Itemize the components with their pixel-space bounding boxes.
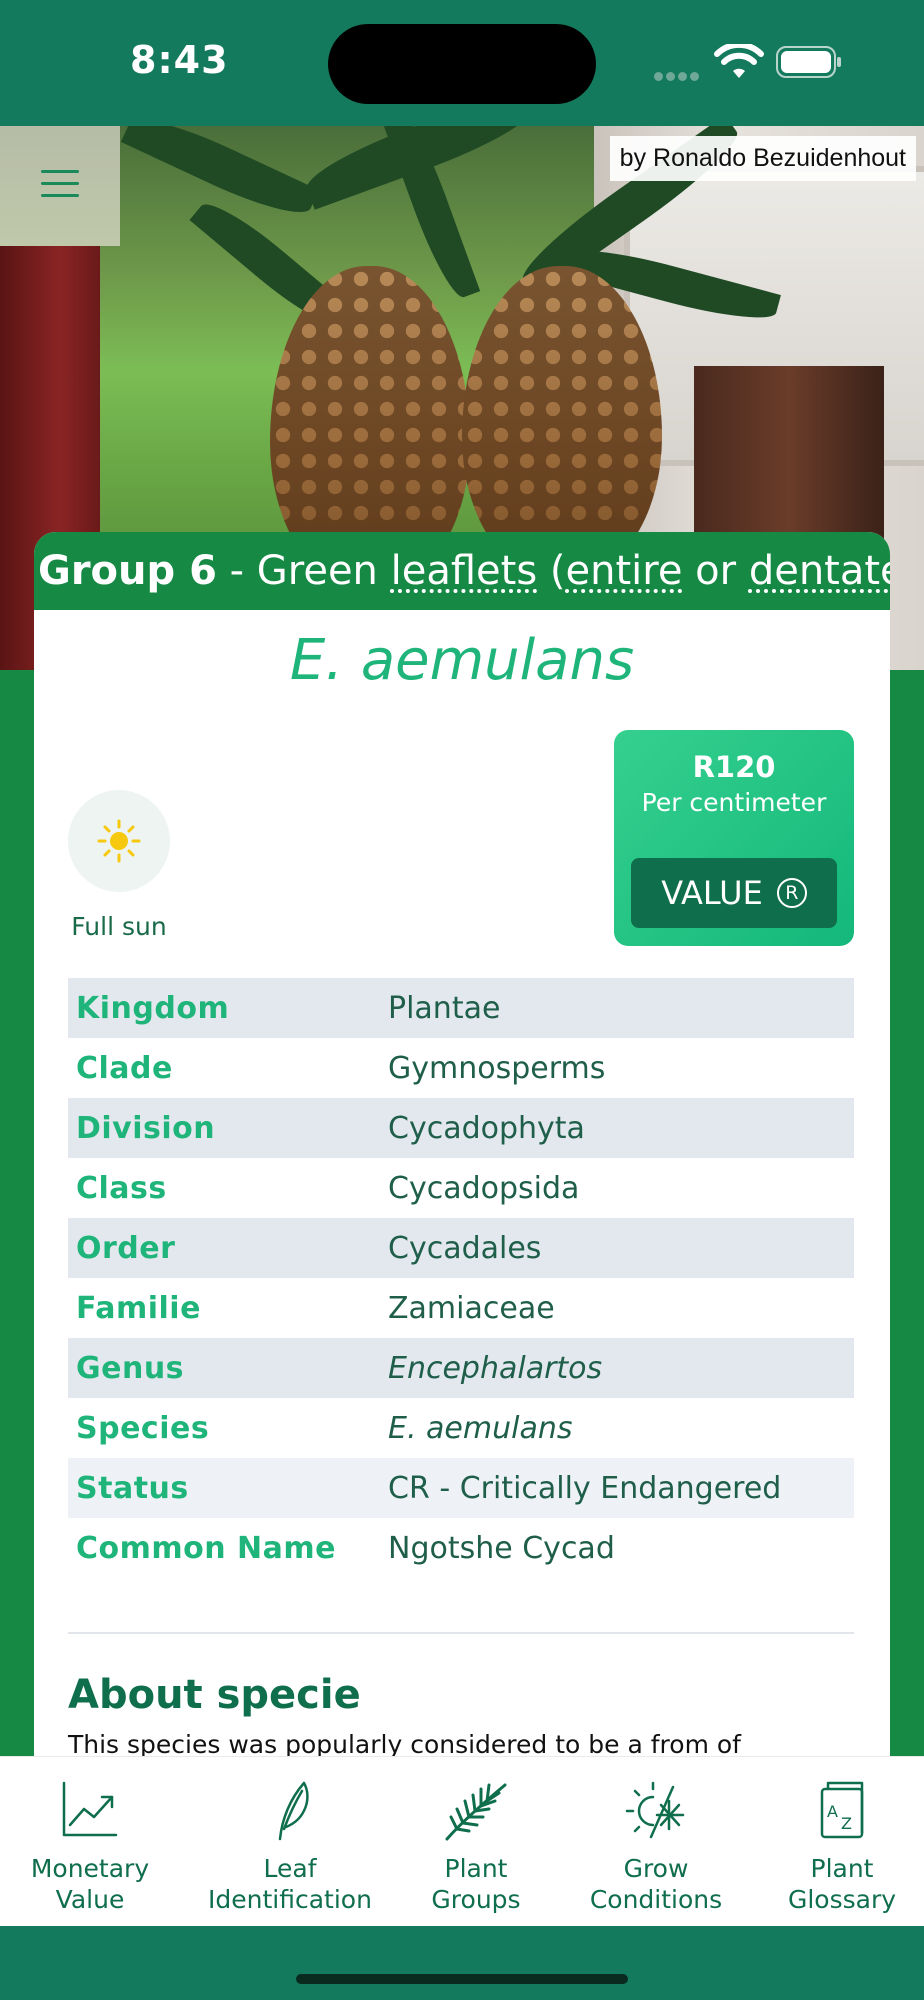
nav-label-line2: Conditions (589, 1885, 723, 1914)
nav-label: Leaf Identification (198, 1853, 382, 1915)
menu-button[interactable] (0, 126, 120, 246)
glossary-book-icon: A Z (820, 1781, 864, 1839)
taxonomy-value: Gymnosperms (388, 1050, 606, 1086)
value-button[interactable]: VALUE R (631, 858, 837, 928)
taxonomy-key: Division (76, 1110, 216, 1146)
taxonomy-row: Familie Zamiaceae (68, 1278, 854, 1338)
taxonomy-row: Status CR - Critically Endangered (68, 1458, 854, 1518)
hamburger-icon-bar (41, 182, 79, 185)
nav-label: Plant Glossary (750, 1853, 924, 1915)
nav-plant-glossary[interactable]: A Z Plant Glossary (750, 1757, 924, 1927)
sun-icon (97, 819, 141, 863)
frond-icon (445, 1783, 507, 1841)
taxonomy-key: Familie (76, 1290, 201, 1326)
taxonomy-value: Cycadales (388, 1230, 542, 1266)
group-separator: - Green (216, 548, 391, 594)
taxonomy-row: Clade Gymnosperms (68, 1038, 854, 1098)
value-price: R120 (692, 750, 776, 784)
sun-label: Full sun (71, 912, 167, 941)
group-or: or (682, 548, 749, 594)
home-indicator-area (0, 1926, 924, 2000)
taxonomy-row: Class Cycadopsida (68, 1158, 854, 1218)
glossary-link-entire[interactable]: entire (566, 548, 683, 594)
nav-label-line2: Groups (431, 1885, 521, 1914)
nav-label: Monetary Value (0, 1853, 182, 1915)
taxonomy-key: Kingdom (76, 990, 230, 1026)
nav-label: Plant Groups (384, 1853, 568, 1915)
taxonomy-key: Common Name (76, 1530, 337, 1566)
taxonomy-value: Zamiaceae (388, 1290, 555, 1326)
about-title: About specie (68, 1672, 361, 1718)
hamburger-icon-bar (41, 194, 79, 197)
nav-grow-conditions[interactable]: Grow Conditions (564, 1757, 748, 1927)
nav-label-line2: Value (55, 1885, 125, 1914)
taxonomy-row: Order Cycadales (68, 1218, 854, 1278)
svg-text:Z: Z (841, 1814, 852, 1833)
leaf-icon (278, 1781, 309, 1841)
dynamic-island (328, 24, 596, 104)
taxonomy-value: Encephalartos (388, 1350, 603, 1386)
bottom-nav: Monetary Value Leaf Identification Plant Gr… (0, 1756, 924, 1926)
wifi-icon (714, 44, 764, 78)
nav-label: Grow Conditions (564, 1853, 748, 1915)
taxonomy-table: Kingdom Plantae Clade Gymnosperms Division… (68, 978, 854, 1578)
chart-trend-icon (62, 1781, 118, 1837)
species-card: Group 6 - Green leaflets ( entire or den… (34, 532, 890, 1760)
value-button-label: VALUE (661, 874, 763, 912)
group-header: Group 6 - Green leaflets ( entire or den… (34, 532, 890, 610)
value-unit: Per centimeter (641, 788, 827, 817)
taxonomy-row: Kingdom Plantae (68, 978, 854, 1038)
battery-icon (776, 46, 841, 78)
photo-credit: by Ronaldo Bezuidenhout (609, 136, 916, 181)
about-text: This species was popularly considered to… (68, 1730, 741, 1759)
sun-condition: Full sun (68, 790, 170, 941)
section-divider (68, 1632, 854, 1634)
cone-right (462, 266, 662, 576)
nav-label-line2: Identification (208, 1885, 372, 1914)
nav-monetary-value[interactable]: Monetary Value (0, 1757, 182, 1927)
taxonomy-value: Plantae (388, 990, 501, 1026)
nav-label-line1: Leaf (263, 1854, 317, 1883)
taxonomy-value: Cycadopsida (388, 1170, 580, 1206)
value-panel: R120 Per centimeter VALUE R (614, 730, 854, 946)
taxonomy-key: Species (76, 1410, 210, 1446)
taxonomy-value: CR - Critically Endangered (388, 1470, 782, 1506)
status-time: 8:43 (130, 38, 229, 82)
registered-icon: R (776, 878, 807, 908)
home-indicator[interactable] (296, 1974, 628, 1984)
sun-snow-icon (625, 1781, 685, 1839)
nav-label-line1: Grow (623, 1854, 689, 1883)
taxonomy-value: Cycadophyta (388, 1110, 585, 1146)
taxonomy-key: Status (76, 1470, 189, 1506)
nav-label-line1: Plant (810, 1854, 874, 1883)
taxonomy-row: Genus Encephalartos (68, 1338, 854, 1398)
taxonomy-key: Order (76, 1230, 176, 1266)
taxonomy-value: Ngotshe Cycad (388, 1530, 615, 1566)
nav-label-line1: Monetary (30, 1854, 150, 1883)
glossary-link-dentate[interactable]: dentate (749, 548, 890, 594)
cellular-signal-icon (654, 66, 702, 85)
taxonomy-row: Common Name Ngotshe Cycad (68, 1518, 854, 1578)
taxonomy-key: Genus (76, 1350, 185, 1386)
nav-leaf-identification[interactable]: Leaf Identification (198, 1757, 382, 1927)
taxonomy-key: Clade (76, 1050, 173, 1086)
taxonomy-key: Class (76, 1170, 167, 1206)
taxonomy-row: Species E. aemulans (68, 1398, 854, 1458)
hamburger-icon (41, 170, 79, 173)
status-bar: 8:43 (0, 0, 924, 126)
nav-label-line1: Plant (444, 1854, 508, 1883)
species-title: E. aemulans (289, 628, 635, 693)
taxonomy-value: E. aemulans (388, 1410, 573, 1446)
group-label: Group 6 (38, 548, 217, 594)
sun-badge (68, 790, 170, 892)
nav-plant-groups[interactable]: Plant Groups (384, 1757, 568, 1927)
svg-text:A: A (827, 1802, 838, 1821)
taxonomy-row: Division Cycadophyta (68, 1098, 854, 1158)
nav-label-line2: Glossary (787, 1885, 897, 1914)
glossary-link-leaflets[interactable]: leaflets (391, 548, 538, 594)
group-paren-open: ( (537, 548, 566, 594)
